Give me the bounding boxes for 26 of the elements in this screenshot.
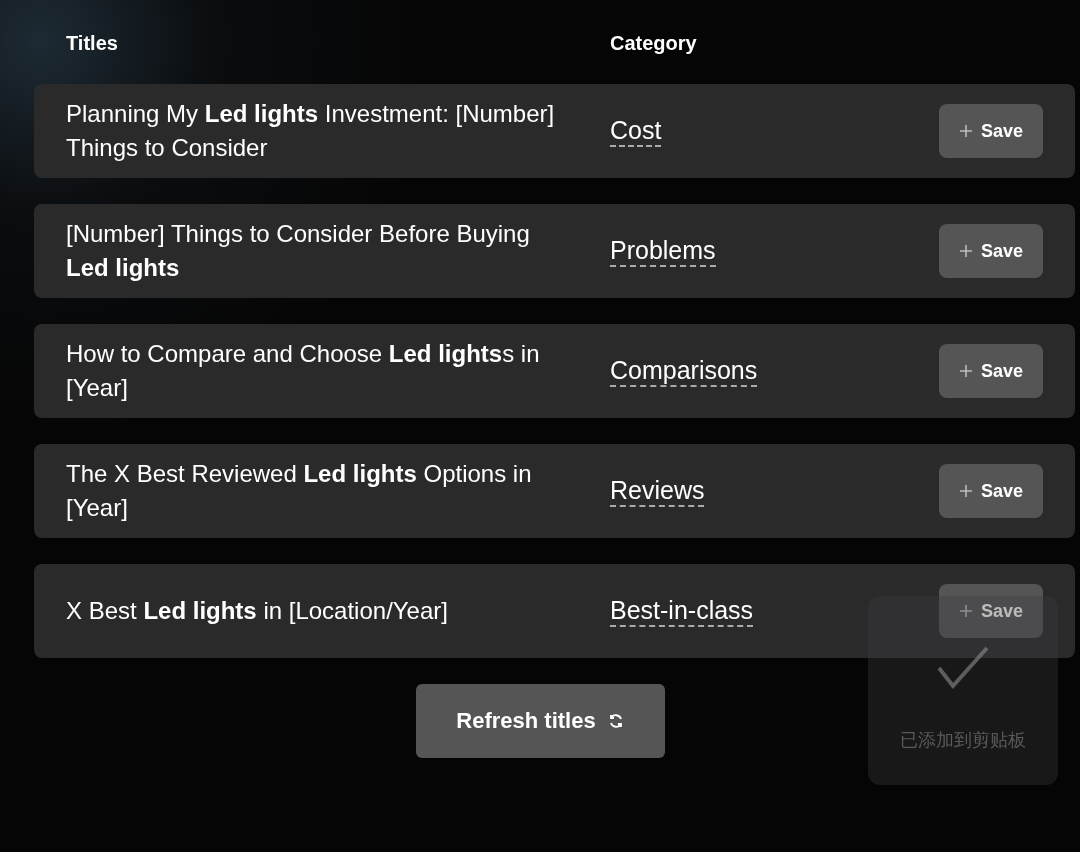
column-header: Titles bbox=[66, 31, 119, 55]
category-link[interactable]: Comparisons bbox=[610, 355, 758, 387]
category-link[interactable]: Problems bbox=[610, 235, 716, 267]
plus-icon bbox=[958, 364, 973, 378]
category-link[interactable]: Reviews bbox=[610, 475, 705, 507]
category-link[interactable]: Cost bbox=[610, 115, 662, 147]
save-button[interactable]: Save bbox=[939, 584, 1043, 638]
title-text: How to Compare and Choose Led lightss in [Year] bbox=[66, 339, 541, 403]
toast-message: 已添加到剪贴板 bbox=[900, 729, 1026, 752]
title-text: X Best Led lights in [Location/Year] bbox=[66, 596, 449, 626]
title-text: [Number] Things to Consider Before Buying Led lights bbox=[66, 219, 531, 283]
save-button[interactable]: Save bbox=[939, 344, 1043, 398]
save-button[interactable]: Save bbox=[939, 224, 1043, 278]
title-text: Planning My Led lights Investment: [Number] Things to Consider bbox=[66, 99, 556, 163]
plus-icon bbox=[958, 604, 973, 618]
plus-icon bbox=[958, 124, 973, 138]
save-button[interactable]: Save bbox=[939, 464, 1043, 518]
title-text: The X Best Reviewed Led lights Options in [Year] bbox=[66, 459, 533, 523]
checkmark-icon bbox=[937, 644, 989, 690]
refresh-icon bbox=[607, 713, 624, 729]
category-link[interactable]: Best-in-class bbox=[610, 595, 754, 627]
save-button[interactable]: Save bbox=[939, 104, 1043, 158]
plus-icon bbox=[958, 484, 973, 498]
refresh-button[interactable]: Refresh titles bbox=[415, 684, 665, 758]
plus-icon bbox=[958, 244, 973, 258]
column-header: Category bbox=[610, 31, 697, 55]
